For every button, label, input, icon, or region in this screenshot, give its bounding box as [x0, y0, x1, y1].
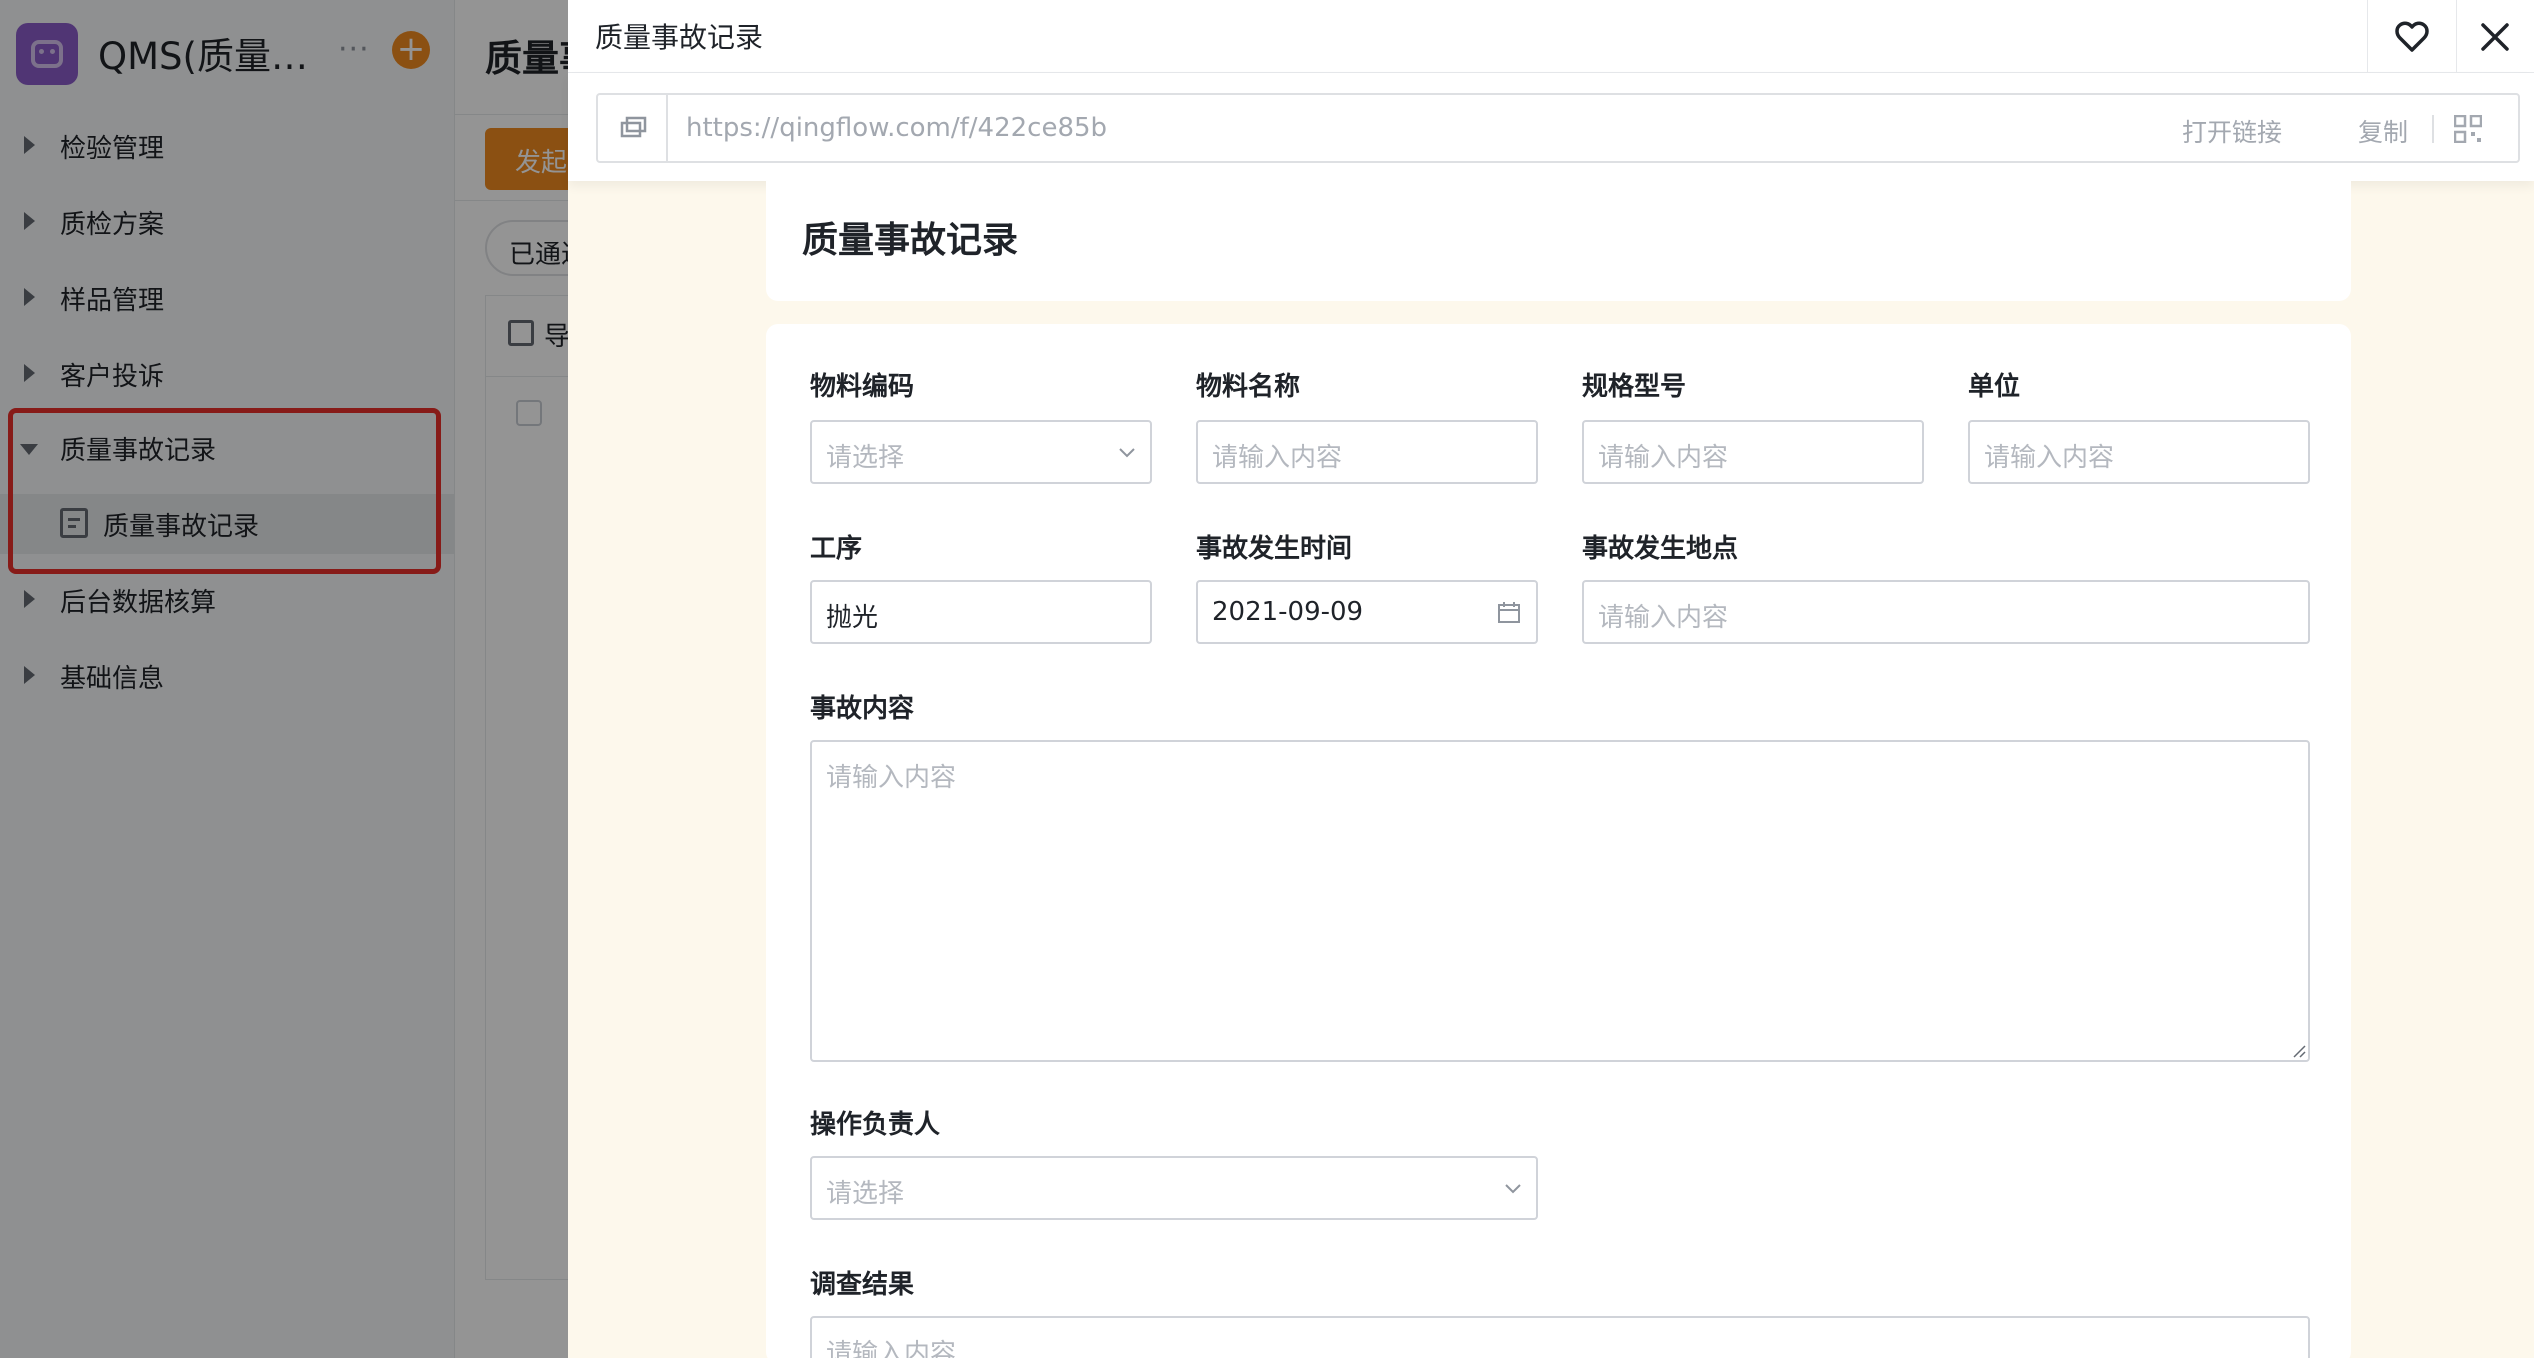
open-link-button[interactable]: 打开链接	[2182, 113, 2282, 149]
spec-model-input[interactable]: 请输入内容	[1582, 420, 1924, 484]
occur-time-datepicker[interactable]: 2021-09-09	[1196, 580, 1538, 644]
material-code-label: 物料编码	[810, 372, 915, 402]
owner-select[interactable]: 请选择	[810, 1156, 1538, 1220]
unit-label: 单位	[1968, 372, 2021, 402]
unit-input[interactable]: 请输入内容	[1968, 420, 2310, 484]
process-label: 工序	[810, 534, 863, 564]
content-textarea[interactable]: 请输入内容	[810, 740, 2310, 1062]
form-drawer: 质量事故记录 https://qingflow.com/f/422ce85b 打…	[568, 0, 2534, 1358]
occur-time-label: 事故发生时间	[1196, 534, 1353, 564]
placeholder: 请输入内容	[826, 1339, 957, 1358]
owner-label: 操作负责人	[810, 1110, 941, 1140]
result-input[interactable]: 请输入内容	[810, 1316, 2310, 1358]
placeholder: 请选择	[826, 1179, 905, 1209]
material-code-select[interactable]: 请选择	[810, 420, 1152, 484]
placeholder: 请输入内容	[1212, 443, 1343, 473]
divider	[2456, 0, 2457, 73]
form-title-card: 质量事故记录	[766, 181, 2351, 301]
share-link-section: https://qingflow.com/f/422ce85b 打开链接 复制	[568, 73, 2534, 181]
placeholder: 请选择	[826, 443, 905, 473]
process-input[interactable]: 抛光	[810, 580, 1152, 644]
heart-icon[interactable]	[2378, 10, 2446, 64]
copy-link-button[interactable]: 复制	[2358, 113, 2408, 149]
divider	[2432, 115, 2434, 143]
placeholder: 请输入内容	[1598, 603, 1729, 633]
field-value: 2021-09-09	[1212, 597, 1364, 627]
divider	[2367, 0, 2368, 73]
placeholder: 请输入内容	[1984, 443, 2115, 473]
material-name-label: 物料名称	[1196, 372, 1301, 402]
result-label: 调查结果	[810, 1270, 915, 1300]
drawer-title: 质量事故记录	[595, 21, 764, 54]
close-icon[interactable]	[2466, 8, 2524, 66]
form-body: 物料编码 请选择 物料名称 请输入内容 规格型号 请输入内容 单位 请输入内容 …	[766, 324, 2351, 1358]
share-link-url[interactable]: https://qingflow.com/f/422ce85b	[686, 113, 1107, 143]
link-icon	[598, 95, 668, 161]
qr-code-icon[interactable]	[2453, 114, 2483, 144]
resize-handle-icon[interactable]	[2290, 1042, 2306, 1058]
occur-place-label: 事故发生地点	[1582, 534, 1739, 564]
drawer-header: 质量事故记录	[568, 0, 2534, 73]
calendar-icon	[1496, 600, 1522, 626]
field-value: 抛光	[826, 603, 879, 633]
share-link-bar: https://qingflow.com/f/422ce85b 打开链接 复制	[596, 93, 2520, 163]
placeholder: 请输入内容	[1598, 443, 1729, 473]
chevron-down-icon	[1118, 444, 1136, 462]
material-name-input[interactable]: 请输入内容	[1196, 420, 1538, 484]
content-label: 事故内容	[810, 694, 915, 724]
form-title: 质量事故记录	[802, 220, 1019, 261]
chevron-down-icon	[1504, 1180, 1522, 1198]
spec-model-label: 规格型号	[1582, 372, 1687, 402]
placeholder: 请输入内容	[826, 763, 957, 793]
occur-place-input[interactable]: 请输入内容	[1582, 580, 2310, 644]
